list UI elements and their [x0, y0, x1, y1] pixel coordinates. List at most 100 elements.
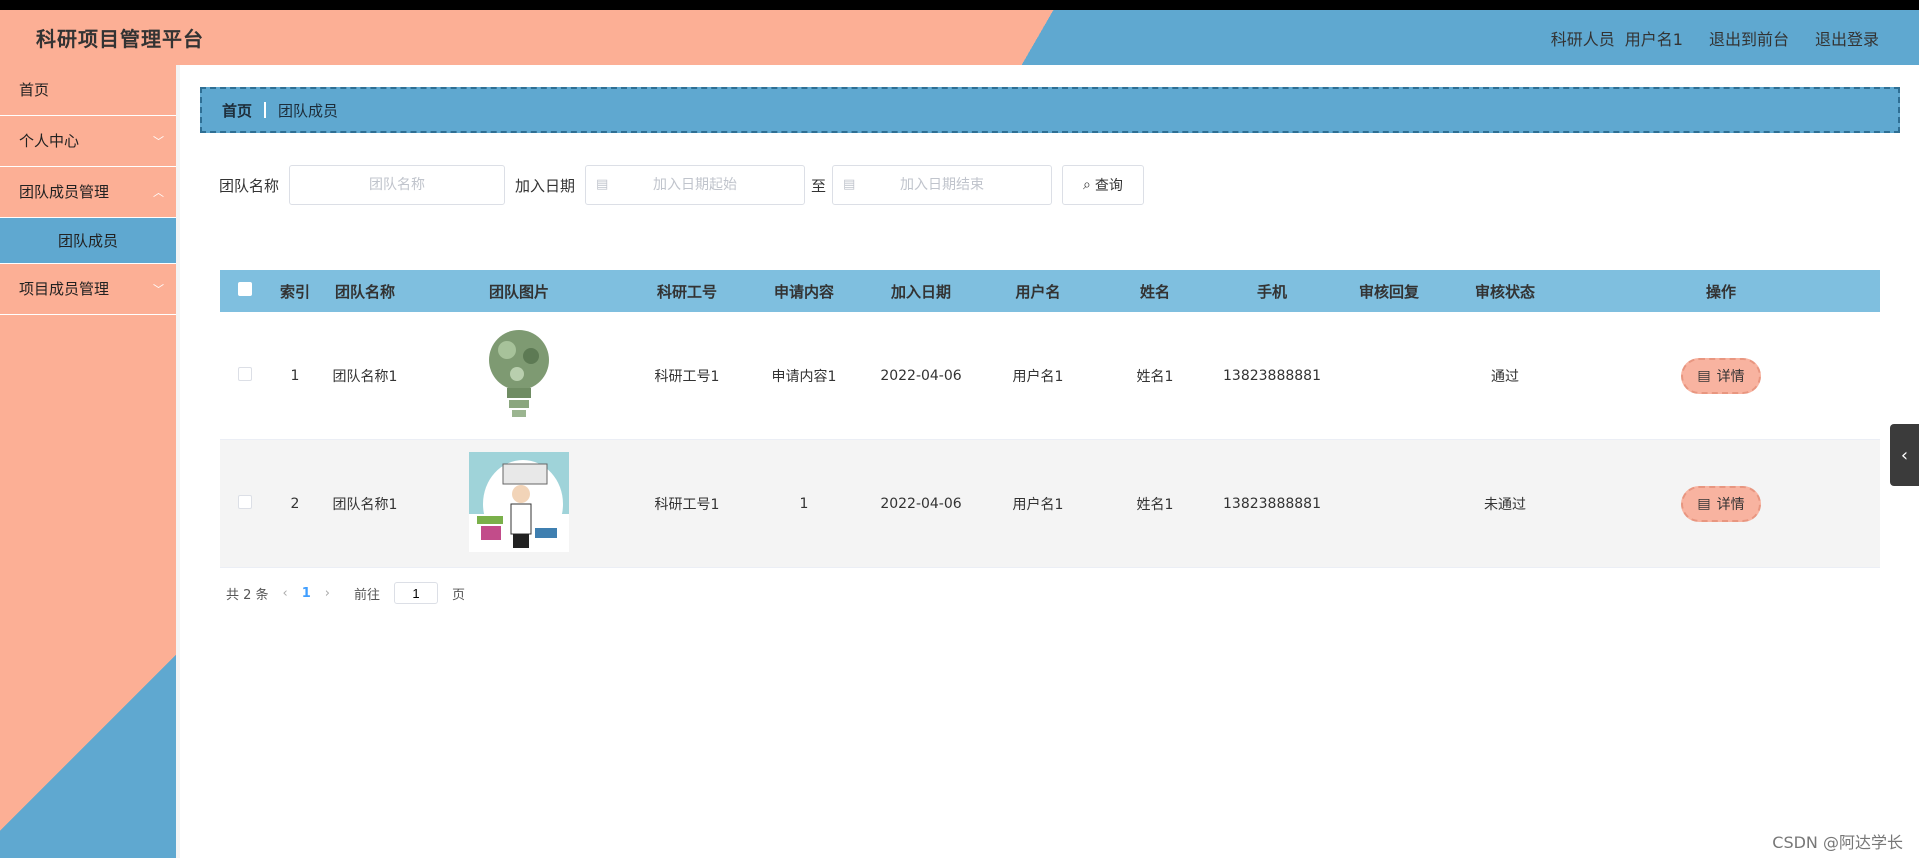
team-name-cell: 团队名称1 [332, 368, 398, 385]
sidebar-item-label: 项目成员管理 [19, 280, 110, 298]
username-cell: 用户名1 [1012, 368, 1064, 385]
detail-button[interactable]: ▤ 详情 [1681, 485, 1761, 522]
detail-button-label: 详情 [1716, 368, 1745, 385]
request-cell: 申请内容1 [771, 368, 837, 385]
goto-page-input[interactable] [394, 582, 439, 604]
header-actions: 科研人员 用户名1 退出到前台 退出登录 [1551, 26, 1879, 50]
sidebar-item-label: 首页 [19, 81, 50, 99]
team-image-cell [410, 451, 628, 556]
document-icon: ▤ [1697, 495, 1711, 512]
chevron-down-icon: ﹀ [153, 135, 164, 148]
sidebar-subitem-team-members[interactable]: 团队成员 [0, 218, 176, 264]
user-name: 用户名1 [1624, 30, 1683, 49]
team-name-cell: 团队名称1 [332, 496, 398, 513]
search-button[interactable]: ⌕ 查询 [1062, 165, 1144, 205]
work-no-cell: 科研工号1 [654, 368, 720, 385]
column-header: 姓名 [1139, 282, 1170, 301]
join-date-cell: 2022-04-06 [880, 367, 962, 384]
request-cell: 1 [799, 495, 809, 512]
table-row: 2 团队名称1 科研工号1 1 2022-04-06 用户名1 姓名1 1382… [220, 440, 1880, 568]
breadcrumb-separator [264, 102, 267, 118]
join-date-cell: 2022-04-06 [880, 495, 962, 512]
column-header: 操作 [1705, 282, 1736, 301]
top-strip [0, 0, 1919, 10]
column-header: 团队名称 [334, 282, 395, 301]
select-all-cell [220, 282, 270, 300]
search-bar: 团队名称 加入日期 ▤ 至 ▤ ⌕ 查询 [219, 165, 1144, 205]
date-range-separator: 至 [811, 176, 827, 195]
lightbulb-image [489, 329, 549, 417]
sidebar-item-project-member-management[interactable]: 项目成员管理 ﹀ [0, 264, 176, 315]
prev-page-icon[interactable]: ‹ [283, 586, 288, 601]
team-member-table: 索引 团队名称 团队图片 科研工号 申请内容 加入日期 用户名 姓名 手机 审核… [220, 270, 1880, 568]
date-end-group: ▤ [832, 165, 1053, 205]
sidebar-item-personal-center[interactable]: 个人中心 ﹀ [0, 116, 176, 167]
breadcrumb-home[interactable]: 首页 [222, 100, 252, 121]
name-cell: 姓名1 [1136, 368, 1174, 385]
date-end-input[interactable] [832, 165, 1053, 205]
select-all-checkbox[interactable] [238, 282, 252, 296]
sidebar-item-label: 团队成员管理 [19, 183, 110, 201]
detail-button-label: 详情 [1716, 496, 1745, 513]
row-checkbox[interactable] [238, 366, 252, 381]
column-header: 索引 [279, 282, 310, 301]
header: 科研项目管理平台 科研人员 用户名1 退出到前台 退出登录 [0, 10, 1919, 65]
action-cell: ▤ 详情 [1562, 485, 1880, 522]
team-name-input[interactable] [289, 165, 506, 205]
work-no-cell: 科研工号1 [654, 496, 720, 513]
breadcrumb-current: 团队成员 [278, 101, 339, 120]
index-cell: 2 [290, 495, 300, 512]
column-header: 加入日期 [890, 282, 951, 301]
sidebar-item-label: 个人中心 [19, 132, 80, 150]
detail-button[interactable]: ▤ 详情 [1681, 357, 1761, 394]
sidebar-item-home[interactable]: 首页 [0, 65, 176, 116]
column-header: 审核回复 [1358, 282, 1419, 301]
watermark: CSDN @阿达学长 [1772, 833, 1903, 852]
app-title: 科研项目管理平台 [36, 27, 204, 51]
status-cell: 未通过 [1484, 496, 1526, 513]
calendar-icon: ▤ [843, 177, 856, 192]
page-unit-label: 页 [452, 587, 466, 603]
join-date-label: 加入日期 [515, 176, 576, 195]
sidebar-item-label: 团队成员 [57, 232, 118, 250]
next-page-icon[interactable]: › [325, 586, 330, 601]
chevron-up-icon: ︿ [153, 186, 164, 199]
back-to-front-link[interactable]: 退出到前台 [1709, 26, 1789, 50]
logout-link[interactable]: 退出登录 [1815, 26, 1879, 50]
user-info: 科研人员 用户名1 [1551, 26, 1683, 50]
phone-cell: 13823888881 [1223, 495, 1321, 512]
column-header: 用户名 [1015, 282, 1061, 301]
breadcrumb: 首页 团队成员 [200, 87, 1900, 133]
goto-label: 前往 [354, 587, 381, 603]
index-cell: 1 [290, 367, 300, 384]
phone-cell: 13823888881 [1223, 367, 1321, 384]
sidebar: 首页 个人中心 ﹀ 团队成员管理 ︿ 团队成员 项目成员管理 ﹀ [0, 65, 176, 858]
row-checkbox-cell [220, 366, 270, 385]
column-header: 申请内容 [773, 282, 834, 301]
chevron-down-icon: ﹀ [153, 283, 164, 296]
column-header: 手机 [1256, 282, 1287, 301]
column-header: 审核状态 [1474, 282, 1535, 301]
name-cell: 姓名1 [1136, 496, 1174, 513]
username-cell: 用户名1 [1012, 496, 1064, 513]
search-icon: ⌕ [1083, 177, 1091, 193]
side-panel-toggle[interactable]: ‹ [1890, 424, 1919, 486]
row-checkbox[interactable] [238, 494, 252, 509]
chevron-left-icon: ‹ [1900, 444, 1909, 466]
user-role: 科研人员 [1550, 30, 1615, 49]
sidebar-item-team-member-management[interactable]: 团队成员管理 ︿ [0, 167, 176, 218]
status-cell: 通过 [1491, 368, 1519, 385]
date-start-group: ▤ [585, 165, 806, 205]
column-header: 团队图片 [488, 282, 549, 301]
action-cell: ▤ 详情 [1562, 357, 1880, 394]
search-button-label: 查询 [1094, 178, 1123, 194]
calendar-icon: ▤ [596, 177, 609, 192]
table-header: 索引 团队名称 团队图片 科研工号 申请内容 加入日期 用户名 姓名 手机 审核… [220, 270, 1880, 312]
page-number[interactable]: 1 [302, 586, 311, 601]
column-header: 科研工号 [656, 282, 717, 301]
date-start-input[interactable] [585, 165, 806, 205]
team-image-cell [410, 326, 628, 426]
pagination: 共 2 条 ‹ 1 › 前往 页 [226, 582, 465, 604]
team-name-label: 团队名称 [219, 176, 280, 195]
total-count: 共 2 条 [226, 587, 269, 603]
